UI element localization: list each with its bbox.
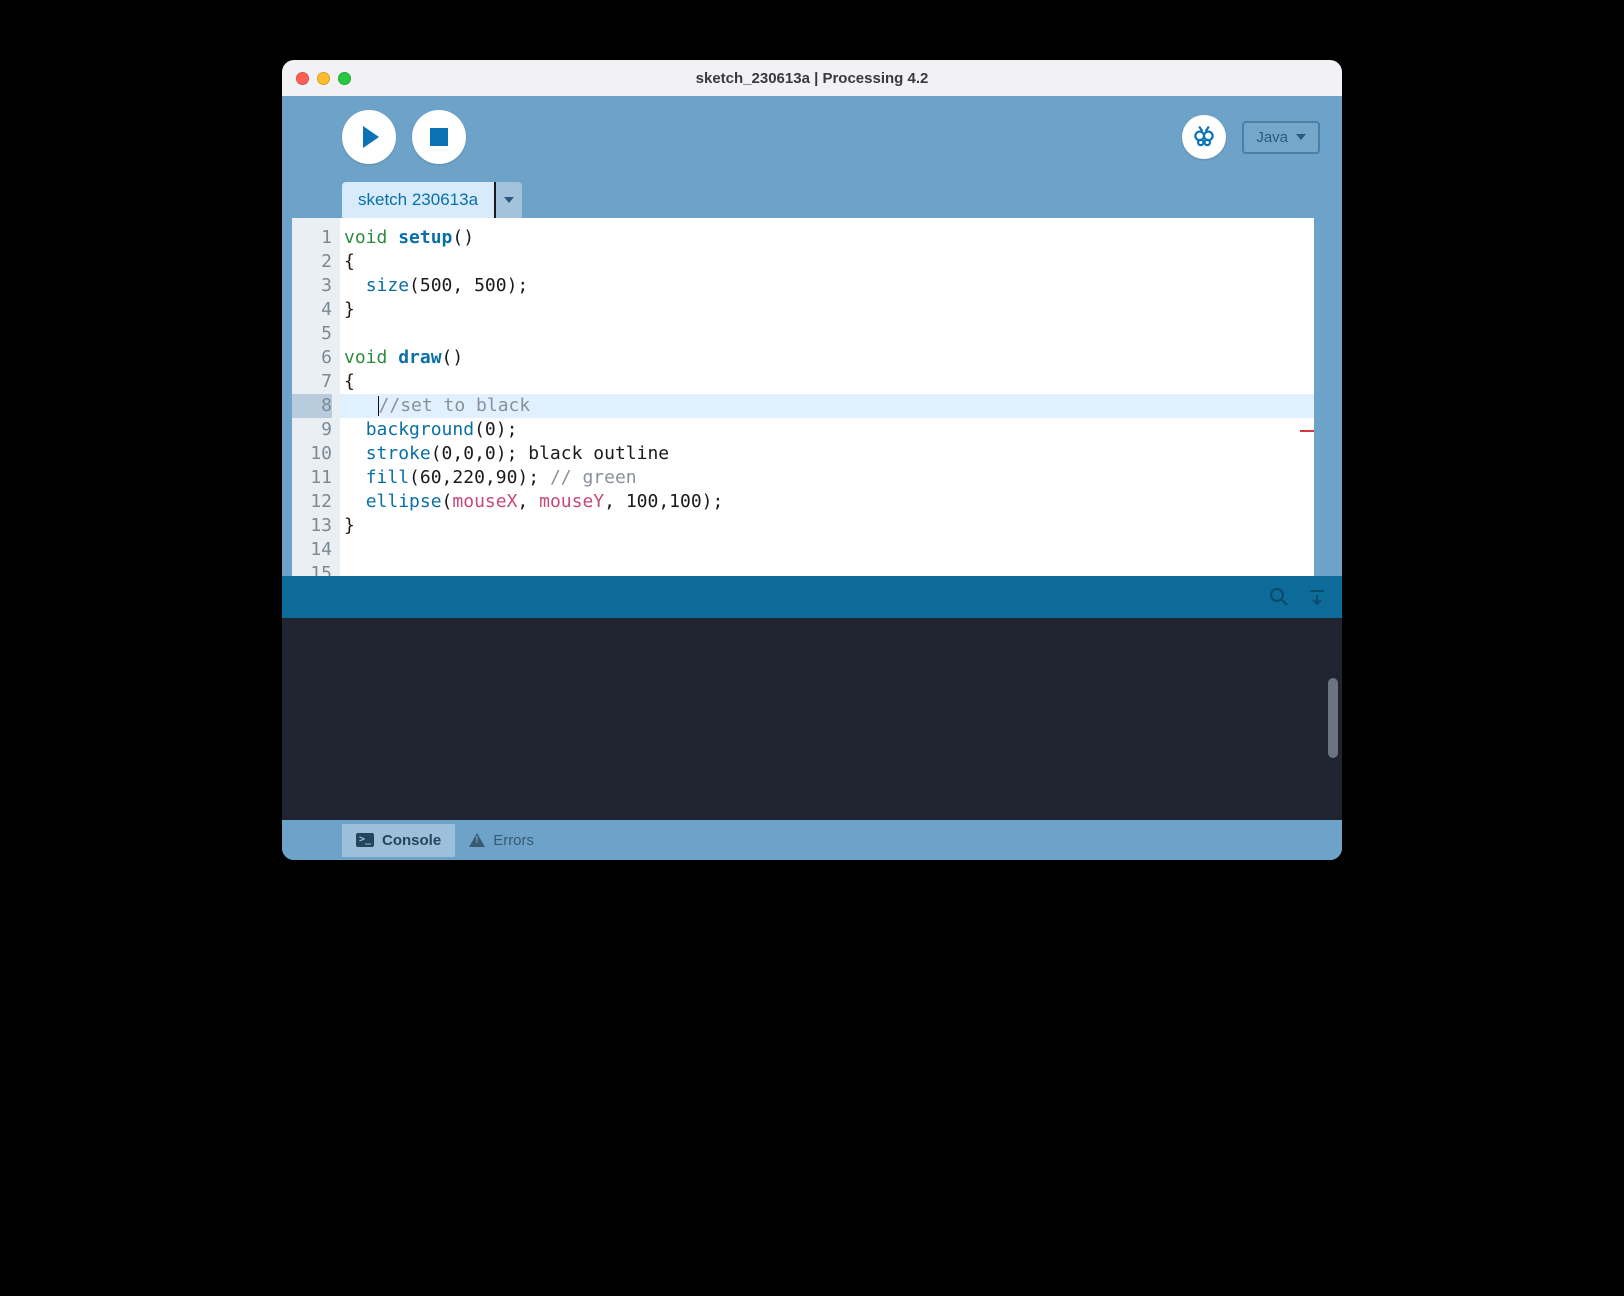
toolbar: Java [282,96,1342,178]
line-gutter: 123456789101112131415 [292,218,340,576]
line-number: 13 [292,514,332,538]
line-number: 11 [292,466,332,490]
debug-button[interactable] [1182,115,1226,159]
scrollbar-thumb[interactable] [1328,678,1338,758]
code-line[interactable]: fill(60,220,90); // green [344,466,1314,490]
stop-button[interactable] [412,110,466,164]
errors-tab[interactable]: Errors [455,824,548,857]
line-number: 14 [292,538,332,562]
line-number: 3 [292,274,332,298]
search-button[interactable] [1268,586,1290,608]
tab-bar: sketch 230613a [282,178,1342,218]
code-line[interactable]: stroke(0,0,0); black outline [344,442,1314,466]
code-area[interactable]: void setup(){ size(500, 500);}void draw(… [340,218,1314,576]
play-icon [363,126,379,148]
code-line[interactable] [344,538,1314,562]
errors-tab-label: Errors [493,832,534,849]
code-line[interactable]: ellipse(mouseX, mouseY, 100,100); [344,490,1314,514]
butterfly-icon [1191,124,1217,150]
line-number: 7 [292,370,332,394]
line-number: 2 [292,250,332,274]
chevron-down-icon [504,197,514,203]
collapse-console-button[interactable] [1306,586,1328,608]
code-line[interactable]: void draw() [344,346,1314,370]
line-number: 8 [292,394,332,418]
line-number: 9 [292,418,332,442]
line-number: 5 [292,322,332,346]
app-window: sketch_230613a | Processing 4.2 Java [282,60,1342,860]
chevron-down-icon [1296,134,1306,140]
titlebar: sketch_230613a | Processing 4.2 [282,60,1342,96]
code-line[interactable]: } [344,298,1314,322]
mode-selector[interactable]: Java [1242,121,1320,154]
mode-label: Java [1256,129,1288,146]
run-button[interactable] [342,110,396,164]
warning-icon [469,833,485,847]
line-number: 12 [292,490,332,514]
code-line[interactable] [344,562,1314,576]
sketch-tab[interactable]: sketch 230613a [342,182,496,218]
sketch-tab-label: sketch 230613a [358,190,478,209]
tab-menu-button[interactable] [496,182,522,218]
console-toolbar [282,576,1342,618]
collapse-icon [1307,587,1327,607]
code-line[interactable]: background(0); [344,418,1314,442]
console-icon [356,833,374,847]
code-line[interactable]: } [344,514,1314,538]
bottom-tab-bar: Console Errors [282,820,1342,860]
line-number: 4 [292,298,332,322]
console-output[interactable] [282,618,1342,820]
line-number: 10 [292,442,332,466]
line-number: 6 [292,346,332,370]
code-line[interactable]: void setup() [344,226,1314,250]
code-line[interactable]: size(500, 500); [344,274,1314,298]
line-number: 15 [292,562,332,576]
code-line[interactable]: //set to black [344,394,1314,418]
stop-icon [430,128,448,146]
line-number: 1 [292,226,332,250]
code-line[interactable]: { [344,370,1314,394]
code-line[interactable] [344,322,1314,346]
code-line[interactable]: { [344,250,1314,274]
console-tab-label: Console [382,832,441,849]
window-title: sketch_230613a | Processing 4.2 [282,70,1342,87]
search-icon [1269,587,1289,607]
code-editor[interactable]: 123456789101112131415 void setup(){ size… [282,218,1342,576]
console-tab[interactable]: Console [342,824,455,857]
